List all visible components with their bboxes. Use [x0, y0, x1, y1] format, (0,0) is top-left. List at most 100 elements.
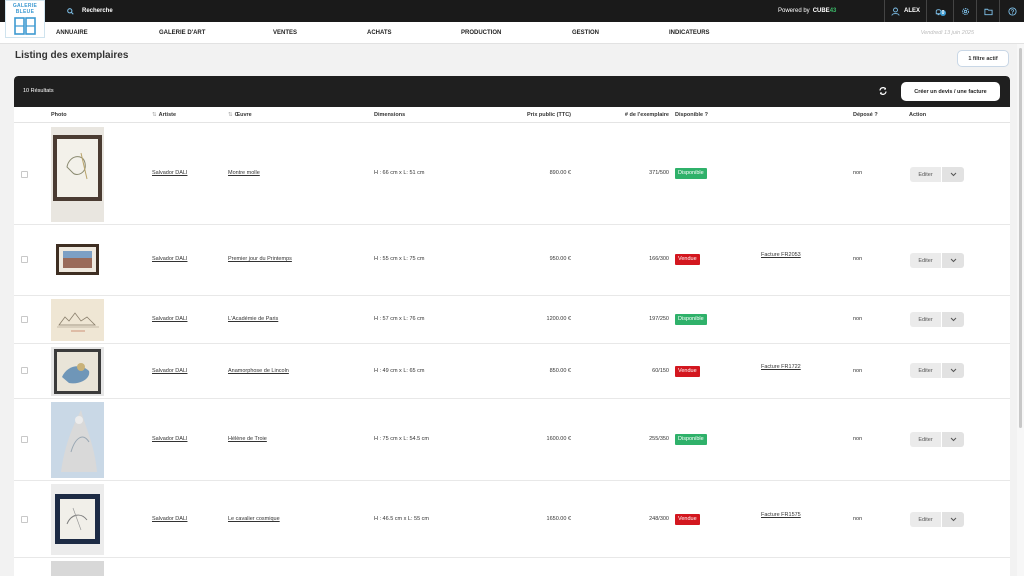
price: 890.00 €	[549, 170, 571, 176]
invoice-link[interactable]: Facture FR1575	[761, 512, 801, 518]
actions-dropdown[interactable]	[942, 363, 964, 378]
artwork-thumbnail[interactable]	[51, 229, 104, 291]
artwork-thumbnail[interactable]	[51, 402, 104, 478]
artist-link[interactable]: Salvador DALI	[152, 170, 187, 176]
work-link[interactable]: Hélène de Troie	[228, 436, 267, 442]
actions-dropdown[interactable]	[942, 312, 964, 327]
edit-button[interactable]: Editer	[910, 363, 941, 378]
deposited-value: non	[853, 516, 863, 522]
settings-button[interactable]	[953, 0, 976, 22]
table-row: Salvador DALI Montre molle H : 66 cm x L…	[14, 124, 1010, 225]
edit-button[interactable]: Editer	[910, 312, 941, 327]
work-link[interactable]: Premier jour du Printemps	[228, 256, 292, 262]
nav-item-annuaire[interactable]: ANNUAIRE	[56, 22, 88, 44]
actions-dropdown[interactable]	[942, 432, 964, 447]
notifications-button[interactable]: 0	[926, 0, 953, 22]
status-badge: Disponible	[675, 314, 707, 325]
col-photo: Photo	[51, 112, 67, 118]
invoice-link[interactable]: Facture FR1722	[761, 364, 801, 370]
work-link[interactable]: Anamorphose de Lincoln	[228, 368, 289, 374]
artwork-thumbnail[interactable]	[51, 347, 104, 396]
documents-button[interactable]	[976, 0, 999, 22]
nav-item-gestion[interactable]: GESTION	[572, 22, 599, 44]
galerie-bleue-logo[interactable]: GALERIE BLEUE	[5, 0, 45, 38]
logo-text: GALERIE BLEUE	[12, 3, 38, 15]
actions-dropdown[interactable]	[942, 512, 964, 527]
row-actions: Editer	[910, 253, 964, 268]
main-nav: ANNUAIRE GALERIE D'ART VENTES ACHATS PRO…	[0, 22, 1024, 44]
artist-link[interactable]: Salvador DALI	[152, 256, 187, 262]
artwork-thumbnail[interactable]	[51, 127, 104, 222]
row-actions: Editer	[910, 363, 964, 378]
artist-link[interactable]: Salvador DALI	[152, 516, 187, 522]
edit-button[interactable]: Editer	[910, 432, 941, 447]
chevron-down-icon	[950, 368, 956, 373]
row-checkbox[interactable]	[21, 256, 28, 263]
search-bar[interactable]: Recherche	[67, 0, 113, 22]
price: 1200.00 €	[546, 316, 571, 322]
active-filter-button[interactable]: 1 filtre actif	[957, 50, 1009, 67]
price: 1650.00 €	[546, 516, 571, 522]
notification-count-badge: 0	[939, 10, 947, 16]
nav-item-ventes[interactable]: VENTES	[273, 22, 297, 44]
create-quote-invoice-button[interactable]: Créer un devis / une facture	[901, 82, 1000, 101]
col-work[interactable]: ⇅ Œuvre	[228, 107, 252, 123]
nav-item-indicateurs[interactable]: INDICATEURS	[669, 22, 710, 44]
artwork-image	[55, 494, 100, 544]
artwork-thumbnail[interactable]	[51, 299, 104, 341]
artwork-thumbnail[interactable]	[51, 484, 104, 555]
deposited-value: non	[853, 316, 863, 322]
status-badge: Vendue	[675, 514, 700, 525]
row-checkbox[interactable]	[21, 171, 28, 178]
artwork-thumbnail[interactable]	[51, 561, 104, 576]
dimensions: H : 49 cm x L: 65 cm	[374, 368, 425, 374]
row-checkbox[interactable]	[21, 516, 28, 523]
gear-icon	[961, 7, 969, 15]
top-bar: GALERIE BLEUE Recherche Powered by CUBE4…	[0, 0, 1024, 38]
table-header: Photo ⇅ Artiste ⇅ Œuvre Dimensions Prix pu…	[14, 107, 1010, 123]
page-scrollbar[interactable]	[1017, 44, 1024, 576]
nav-item-achats[interactable]: ACHATS	[367, 22, 392, 44]
status-badge: Vendue	[675, 366, 700, 377]
table-row: Salvador DALI Anamorphose de Lincoln H :…	[14, 344, 1010, 399]
actions-dropdown[interactable]	[942, 253, 964, 268]
logo-mark-icon	[14, 17, 36, 35]
scrollbar-thumb[interactable]	[1019, 48, 1022, 428]
col-artist[interactable]: ⇅ Artiste	[152, 107, 176, 123]
deposited-value: non	[853, 256, 863, 262]
artist-link[interactable]: Salvador DALI	[152, 436, 187, 442]
table-row: Salvador DALI L'Académie de Paris H : 57…	[14, 296, 1010, 344]
work-link[interactable]: Le cavalier cosmique	[228, 516, 280, 522]
artwork-image	[53, 135, 102, 201]
copy-number: 197/250	[649, 316, 669, 322]
col-artist-label: Artiste	[158, 112, 177, 118]
edit-button[interactable]: Editer	[910, 167, 941, 182]
artist-link[interactable]: Salvador DALI	[152, 316, 187, 322]
listing-card: 10 Résultats Créer un devis / une factur…	[14, 76, 1010, 576]
invoice-link[interactable]: Facture FR2053	[761, 252, 801, 258]
work-link[interactable]: L'Académie de Paris	[228, 316, 278, 322]
chevron-down-icon	[950, 317, 956, 322]
work-link[interactable]: Montre molle	[228, 170, 260, 176]
artist-link[interactable]: Salvador DALI	[152, 368, 187, 374]
actions-dropdown[interactable]	[942, 167, 964, 182]
powered-brand: CUBE	[812, 8, 830, 14]
nav-item-galerie[interactable]: GALERIE D'ART	[159, 22, 205, 44]
nav-item-production[interactable]: PRODUCTION	[461, 22, 501, 44]
edit-button[interactable]: Editer	[910, 253, 941, 268]
powered-by: Powered by CUBE43	[778, 0, 836, 22]
user-menu[interactable]: ALEX	[884, 0, 926, 22]
refresh-icon[interactable]	[878, 86, 888, 96]
dimensions: H : 66 cm x L: 51 cm	[374, 170, 425, 176]
row-checkbox[interactable]	[21, 367, 28, 374]
copy-number: 166/300	[649, 256, 669, 262]
row-actions: Editer	[910, 312, 964, 327]
row-checkbox[interactable]	[21, 316, 28, 323]
edit-button[interactable]: Editer	[910, 512, 941, 527]
table-row: Salvador DALI Premier jour du Printemps …	[14, 225, 1010, 296]
status-badge: Disponible	[675, 434, 707, 445]
help-button[interactable]	[999, 0, 1024, 22]
artwork-image	[56, 244, 99, 275]
row-checkbox[interactable]	[21, 436, 28, 443]
price: 1600.00 €	[546, 436, 571, 442]
